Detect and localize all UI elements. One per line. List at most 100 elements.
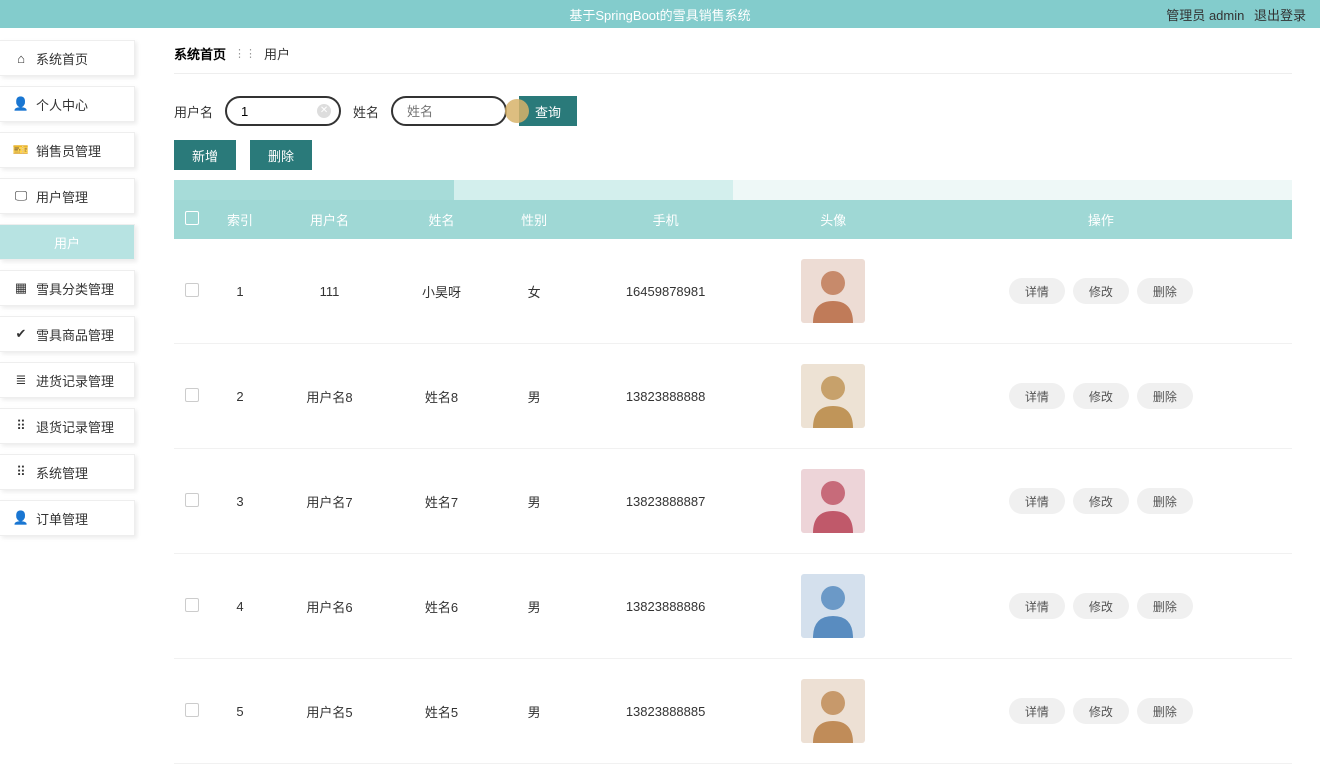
edit-button[interactable]: 修改 [1073,278,1129,304]
sidebar-item-1[interactable]: 👤个人中心 [0,86,135,122]
cell-ops: 详情修改删除 [910,449,1292,554]
th-2: 用户名 [270,200,389,239]
sidebar-item-2[interactable]: 🎫销售员管理 [0,132,135,168]
th-5: 手机 [574,200,757,239]
th-7: 操作 [910,200,1292,239]
row-checkbox[interactable] [185,703,199,717]
edit-button[interactable]: 修改 [1073,488,1129,514]
sidebar-item-label: 用户 [54,233,80,252]
person-icon: 👤 [14,97,28,111]
table-row: 1111小昊呀女16459878981详情修改删除 [174,239,1292,344]
select-all-checkbox[interactable] [185,211,199,225]
person-icon: 👤 [14,511,28,525]
breadcrumb: 系统首页 ⋮⋮ 用户 [174,40,1292,74]
cell-idx: 3 [210,449,270,554]
th-4: 性别 [494,200,574,239]
name-input[interactable] [391,96,507,126]
row-checkbox[interactable] [185,283,199,297]
cell-phone: 13823888886 [574,554,757,659]
sidebar-item-6[interactable]: ✔雪具商品管理 [0,316,135,352]
table-row: 5用户名5姓名5男13823888885详情修改删除 [174,659,1292,764]
cell-idx: 5 [210,659,270,764]
username-filter-label: 用户名 [174,102,213,121]
detail-button[interactable]: 详情 [1009,593,1065,619]
cell-gender: 女 [494,239,574,344]
cell-username: 用户名8 [270,344,389,449]
detail-button[interactable]: 详情 [1009,278,1065,304]
sidebar-item-label: 用户管理 [36,187,88,206]
cell-name: 姓名7 [389,449,494,554]
row-delete-button[interactable]: 删除 [1137,593,1193,619]
edit-button[interactable]: 修改 [1073,593,1129,619]
th-3: 姓名 [389,200,494,239]
table-row: 4用户名6姓名6男13823888886详情修改删除 [174,554,1292,659]
avatar [801,469,865,533]
sidebar-item-10[interactable]: 👤订单管理 [0,500,135,536]
row-delete-button[interactable]: 删除 [1137,488,1193,514]
sidebar-item-5[interactable]: ▦雪具分类管理 [0,270,135,306]
row-delete-button[interactable]: 删除 [1137,698,1193,724]
role-label: 管理员 [1166,8,1205,23]
topbar: 基于SpringBoot的雪具销售系统 管理员 admin 退出登录 [0,0,1320,28]
color-stripe [174,180,1292,200]
cell-phone: 13823888888 [574,344,757,449]
ticket-icon: 🎫 [14,143,28,157]
sidebar-item-8[interactable]: ⠿退货记录管理 [0,408,135,444]
row-checkbox[interactable] [185,598,199,612]
cell-phone: 13823888885 [574,659,757,764]
sidebar-item-9[interactable]: ⠿ 系统管理 [0,454,135,490]
delete-button[interactable]: 删除 [250,140,312,170]
th-0 [174,200,210,239]
name-filter-label: 姓名 [353,102,379,121]
logout-link[interactable]: 退出登录 [1254,8,1306,23]
detail-button[interactable]: 详情 [1009,698,1065,724]
cell-username: 用户名7 [270,449,389,554]
action-bar: 新增 删除 [174,140,1292,170]
sidebar-item-3[interactable]: 🖵用户管理 [0,178,135,214]
query-accent-circle [505,99,529,123]
check-icon: ✔ [14,327,28,341]
row-delete-button[interactable]: 删除 [1137,278,1193,304]
clear-username-icon[interactable]: ✕ [317,104,331,118]
table-row: 2用户名8姓名8男13823888888详情修改删除 [174,344,1292,449]
row-delete-button[interactable]: 删除 [1137,383,1193,409]
row-checkbox[interactable] [185,493,199,507]
avatar [801,259,865,323]
cell-gender: 男 [494,659,574,764]
table-row: 3用户名7姓名7男13823888887详情修改删除 [174,449,1292,554]
sidebar-item-label: 系统管理 [36,463,88,482]
box-icon: ▦ [14,281,28,295]
sidebar-item-label: 系统首页 [36,49,88,68]
grid-icon: ⠿ [14,419,28,433]
sidebar-item-4[interactable]: 用户 [0,224,135,260]
sidebar-item-0[interactable]: ⌂ 系统首页 [0,40,135,76]
edit-button[interactable]: 修改 [1073,383,1129,409]
breadcrumb-separator: ⋮⋮ [234,47,256,60]
cell-avatar [757,344,910,449]
add-button[interactable]: 新增 [174,140,236,170]
list-icon: ≣ [14,373,28,387]
sidebar: ⌂ 系统首页 👤个人中心 🎫销售员管理 🖵用户管理用户 ▦雪具分类管理 ✔雪具商品管理 ≣ 进货… [0,28,150,784]
grid-icon: ⠿ [14,465,28,479]
row-checkbox[interactable] [185,388,199,402]
cell-phone: 16459878981 [574,239,757,344]
cell-name: 小昊呀 [389,239,494,344]
cell-ops: 详情修改删除 [910,659,1292,764]
cell-gender: 男 [494,449,574,554]
sidebar-item-label: 进货记录管理 [36,371,114,390]
edit-button[interactable]: 修改 [1073,698,1129,724]
home-icon: ⌂ [14,51,28,65]
cell-username: 用户名5 [270,659,389,764]
breadcrumb-home[interactable]: 系统首页 [174,44,226,63]
th-1: 索引 [210,200,270,239]
avatar [801,574,865,638]
breadcrumb-current: 用户 [264,44,290,63]
sidebar-item-7[interactable]: ≣ 进货记录管理 [0,362,135,398]
detail-button[interactable]: 详情 [1009,383,1065,409]
main-content: 系统首页 ⋮⋮ 用户 用户名 ✕ 姓名 查询 新增 删除 [150,28,1320,784]
detail-button[interactable]: 详情 [1009,488,1065,514]
app-title: 基于SpringBoot的雪具销售系统 [569,5,750,24]
cell-gender: 男 [494,554,574,659]
cell-idx: 2 [210,344,270,449]
avatar [801,364,865,428]
